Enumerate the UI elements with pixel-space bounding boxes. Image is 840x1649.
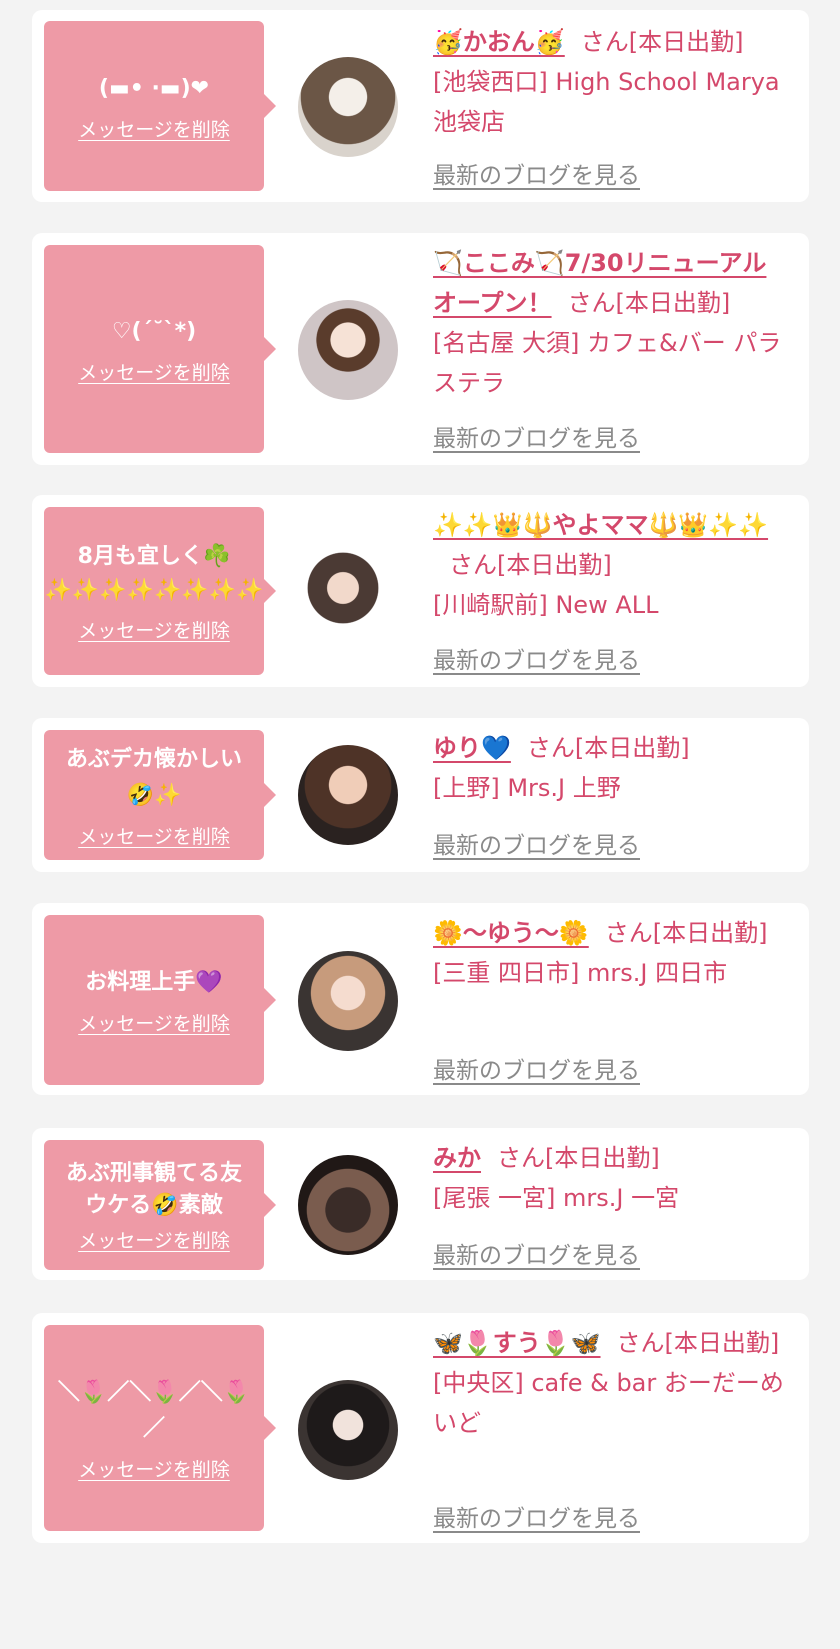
delete-message-button[interactable]: メッセージを削除: [78, 616, 230, 643]
delete-message-button[interactable]: メッセージを削除: [78, 358, 230, 385]
message-text: あぶ刑事観てる友 ウケる🤣素敵: [65, 1160, 242, 1218]
profile-name-link[interactable]: 🦋🌷すう🌷🦋: [433, 1329, 601, 1357]
profile-name-link[interactable]: みか: [433, 1144, 481, 1172]
list-item: ＼🌷／＼🌷／＼🌷／ メッセージを削除 🦋🌷すう🌷🦋 さん[本日出勤] [中央区] …: [32, 1313, 809, 1543]
shop-name: [尾張 一宮] mrs.J 一宮: [433, 1184, 680, 1212]
profile-name-link[interactable]: 🥳かおん🥳: [433, 28, 565, 56]
delete-message-button[interactable]: メッセージを削除: [78, 1455, 230, 1482]
view-blog-link[interactable]: 最新のブログを見る: [433, 1051, 640, 1085]
delete-message-button[interactable]: メッセージを削除: [78, 1009, 230, 1036]
list-item: お料理上手💜 メッセージを削除 🌼〜ゆう〜🌼 さん[本日出勤] [三重 四日市] …: [32, 903, 809, 1095]
profile-suffix: さん[本日出勤]: [616, 1329, 780, 1357]
message-bubble: (▬• ·▬)❤ メッセージを削除: [44, 21, 276, 191]
message-text: ＼🌷／＼🌷／＼🌷／: [57, 1379, 251, 1441]
message-text: (▬• ·▬)❤: [98, 75, 210, 101]
profile-info: ゆり💙 さん[本日出勤] [上野] Mrs.J 上野: [433, 728, 788, 808]
view-blog-link[interactable]: 最新のブログを見る: [433, 1236, 640, 1270]
profile-name-link[interactable]: ゆり💙: [433, 734, 511, 762]
message-text: お料理上手💜: [85, 969, 223, 995]
list-item: あぶ刑事観てる友 ウケる🤣素敵 メッセージを削除 みか さん[本日出勤] [尾張 …: [32, 1128, 809, 1280]
message-bubble: ＼🌷／＼🌷／＼🌷／ メッセージを削除: [44, 1325, 276, 1531]
profile-name-link[interactable]: 🌼〜ゆう〜🌼: [433, 919, 589, 947]
profile-name-link[interactable]: ✨✨👑🔱やよママ🔱👑✨✨: [433, 511, 768, 539]
message-bubble: ♡(´˘`*) メッセージを削除: [44, 245, 276, 453]
shop-name: [名古屋 大須] カフェ&バー パラステラ: [433, 329, 782, 397]
view-blog-link[interactable]: 最新のブログを見る: [433, 1499, 640, 1533]
avatar[interactable]: [298, 1155, 398, 1255]
profile-info: 🏹ここみ🏹7/30リニューアルオープン！ さん[本日出勤] [名古屋 大須] カフ…: [433, 243, 788, 403]
profile-suffix: さん[本日出勤]: [497, 1144, 660, 1172]
message-bubble: あぶデカ懐かしい 🤣✨ メッセージを削除: [44, 730, 276, 860]
message-text: 8月も宜しく☘️ ✨✨✨✨✨✨✨✨: [44, 543, 264, 603]
avatar[interactable]: [298, 951, 398, 1051]
profile-suffix: さん[本日出勤]: [567, 289, 731, 317]
list-item: ♡(´˘`*) メッセージを削除 🏹ここみ🏹7/30リニューアルオープン！ さん[…: [32, 233, 809, 465]
delete-message-button[interactable]: メッセージを削除: [78, 1226, 230, 1253]
list-item: (▬• ·▬)❤ メッセージを削除 🥳かおん🥳 さん[本日出勤] [池袋西口] H…: [32, 10, 809, 202]
view-blog-link[interactable]: 最新のブログを見る: [433, 641, 640, 675]
profile-suffix: さん[本日出勤]: [604, 919, 768, 947]
profile-suffix: さん[本日出勤]: [580, 28, 744, 56]
view-blog-link[interactable]: 最新のブログを見る: [433, 156, 640, 190]
shop-name: [上野] Mrs.J 上野: [433, 774, 621, 802]
view-blog-link[interactable]: 最新のブログを見る: [433, 419, 640, 453]
delete-message-button[interactable]: メッセージを削除: [78, 115, 230, 142]
message-bubble: 8月も宜しく☘️ ✨✨✨✨✨✨✨✨ メッセージを削除: [44, 507, 276, 675]
message-text: ♡(´˘`*): [111, 318, 197, 344]
shop-name: [中央区] cafe & bar おーだーめいど: [433, 1369, 784, 1437]
message-text: あぶデカ懐かしい 🤣✨: [65, 746, 242, 808]
list-item: あぶデカ懐かしい 🤣✨ メッセージを削除 ゆり💙 さん[本日出勤] [上野] Mr…: [32, 718, 809, 872]
avatar[interactable]: [298, 543, 398, 643]
shop-name: [池袋西口] High School Marya 池袋店: [433, 68, 780, 136]
avatar[interactable]: [298, 57, 398, 157]
message-bubble: あぶ刑事観てる友 ウケる🤣素敵 メッセージを削除: [44, 1140, 276, 1270]
profile-info: ✨✨👑🔱やよママ🔱👑✨✨ さん[本日出勤] [川崎駅前] New ALL: [433, 505, 788, 625]
profile-info: 🌼〜ゆう〜🌼 さん[本日出勤] [三重 四日市] mrs.J 四日市: [433, 913, 788, 993]
list-item: 8月も宜しく☘️ ✨✨✨✨✨✨✨✨ メッセージを削除 ✨✨👑🔱やよママ🔱👑✨✨ さ…: [32, 495, 809, 687]
avatar[interactable]: [298, 300, 398, 400]
profile-info: みか さん[本日出勤] [尾張 一宮] mrs.J 一宮: [433, 1138, 788, 1218]
avatar[interactable]: [298, 745, 398, 845]
avatar[interactable]: [298, 1380, 398, 1480]
message-bubble: お料理上手💜 メッセージを削除: [44, 915, 276, 1085]
profile-info: 🦋🌷すう🌷🦋 さん[本日出勤] [中央区] cafe & bar おーだーめいど: [433, 1323, 788, 1443]
profile-suffix: さん[本日出勤]: [526, 734, 690, 762]
profile-info: 🥳かおん🥳 さん[本日出勤] [池袋西口] High School Marya 池…: [433, 22, 788, 142]
shop-name: [三重 四日市] mrs.J 四日市: [433, 959, 728, 987]
view-blog-link[interactable]: 最新のブログを見る: [433, 826, 640, 860]
delete-message-button[interactable]: メッセージを削除: [78, 822, 230, 849]
shop-name: [川崎駅前] New ALL: [433, 591, 659, 619]
profile-suffix: さん[本日出勤]: [449, 551, 612, 579]
